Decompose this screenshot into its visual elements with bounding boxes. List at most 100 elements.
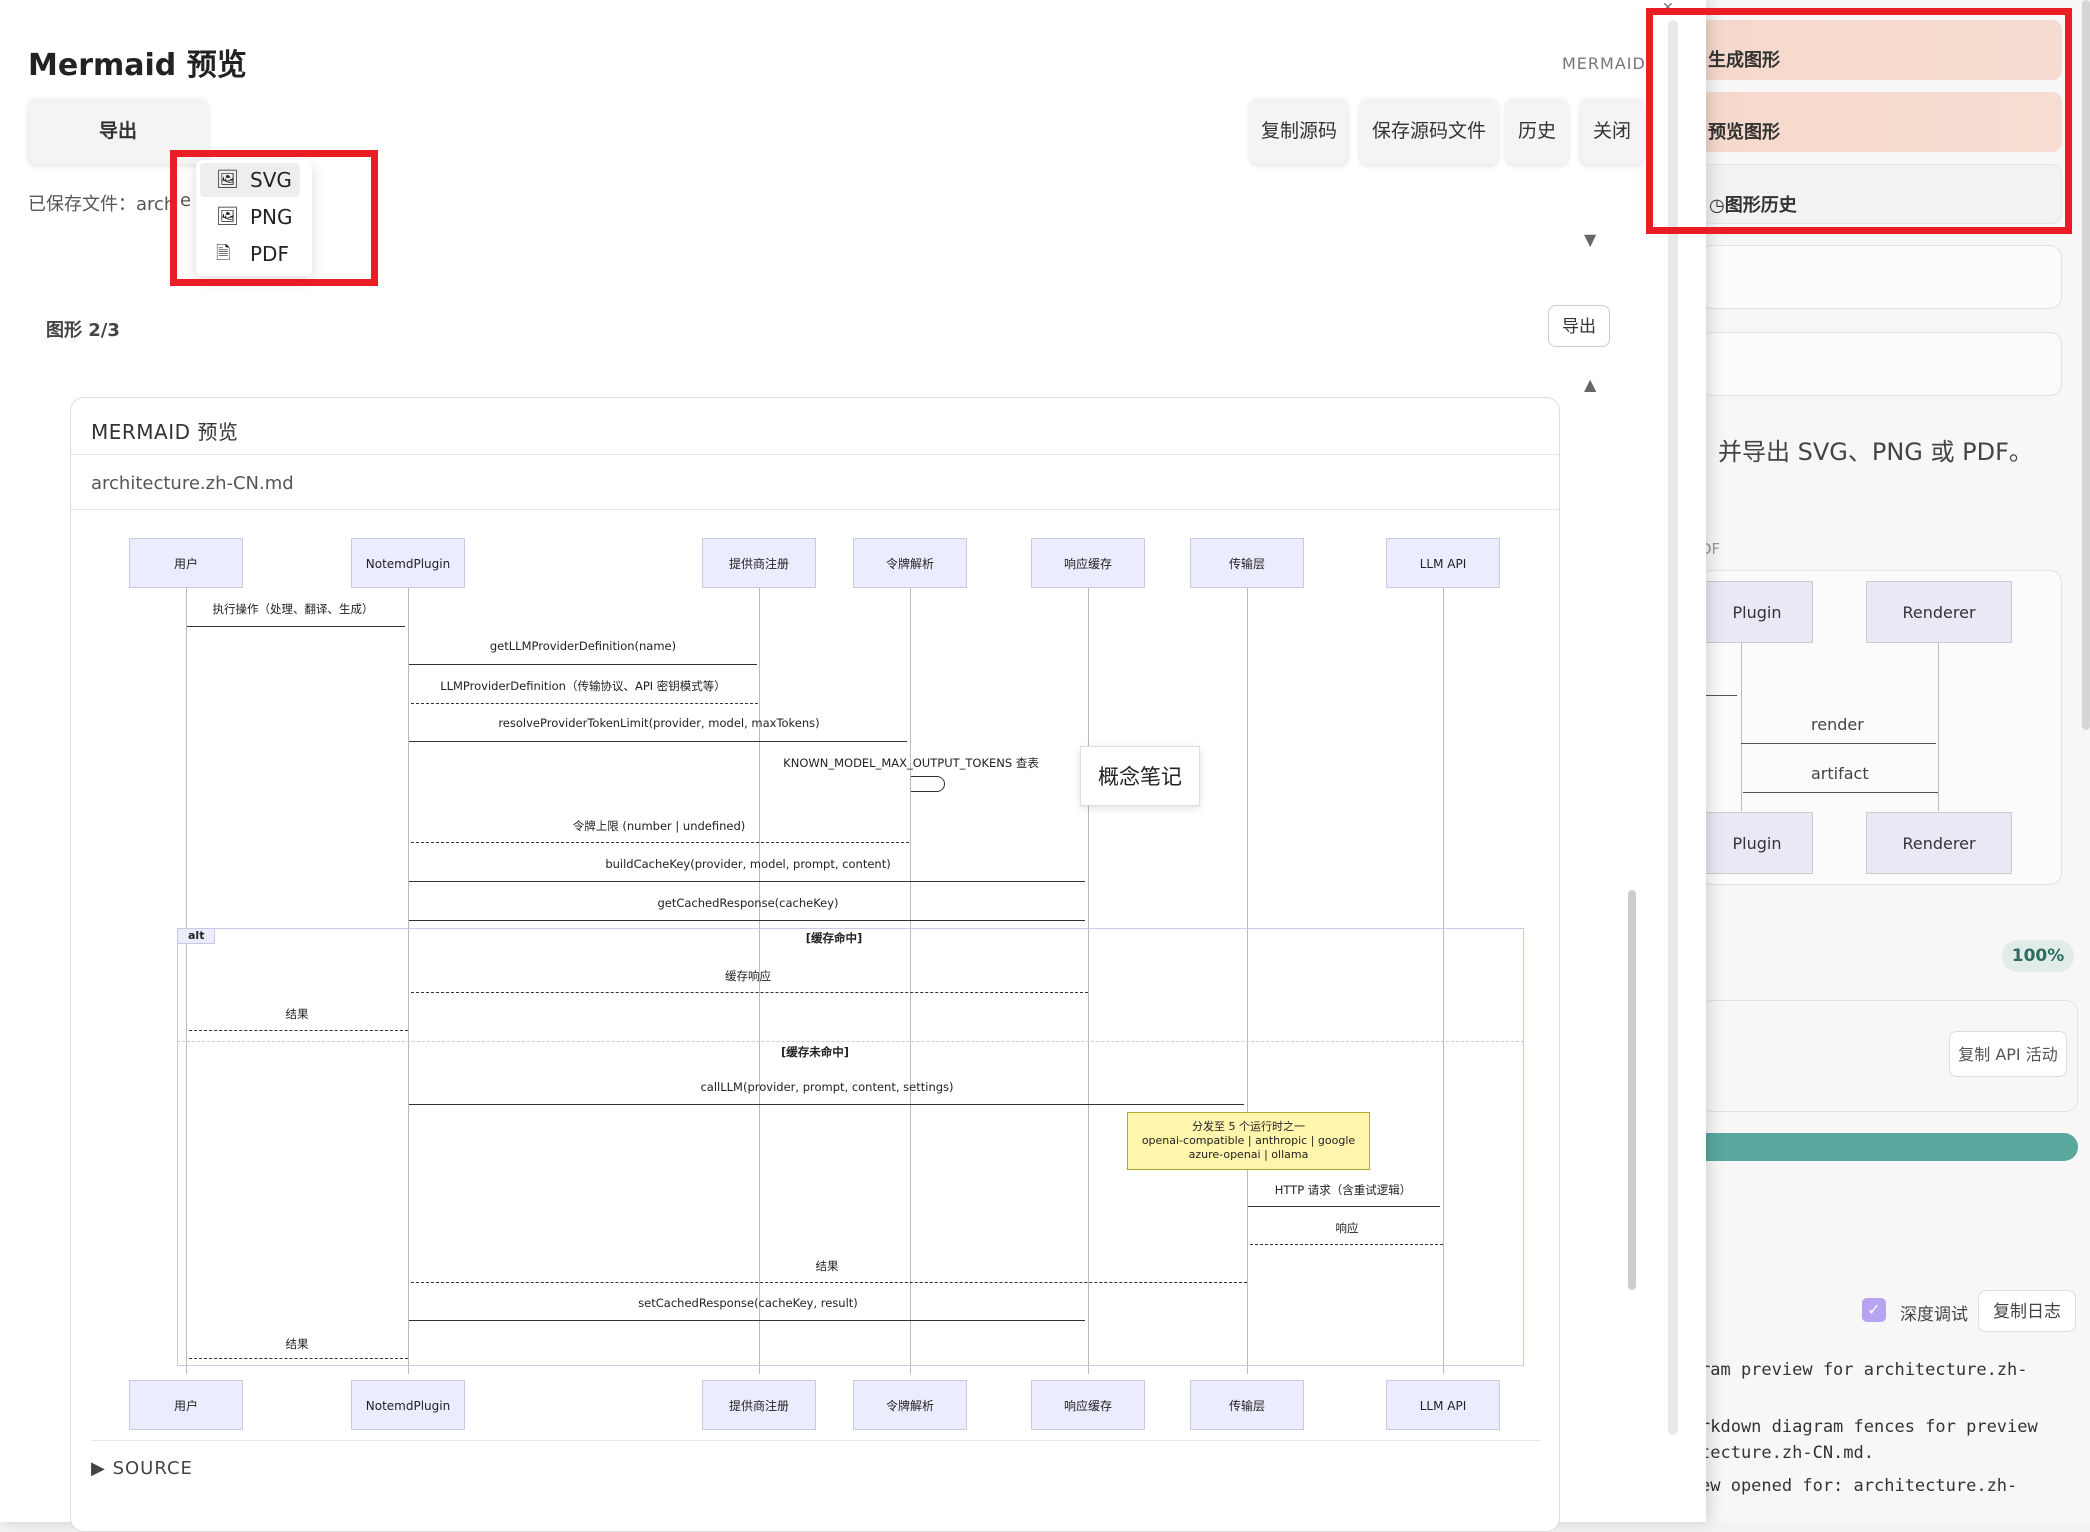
figure-export-button[interactable]: 导出 bbox=[1548, 305, 1610, 347]
close-button[interactable]: 关闭 bbox=[1580, 98, 1644, 164]
copy-log-button[interactable]: 复制日志 bbox=[1978, 1290, 2076, 1332]
note-line-1: 分发至 5 个运行时之一 bbox=[1192, 1120, 1305, 1133]
note-line-2: openai-compatible | anthropic | google bbox=[1141, 1134, 1356, 1147]
mini-actor-plugin-top: Plugin bbox=[1701, 581, 1813, 643]
preview-card: MERMAID 预览 architecture.zh-CN.md 用户 Note… bbox=[70, 397, 1560, 1532]
divider bbox=[71, 509, 1559, 510]
save-source-button[interactable]: 保存源码文件 bbox=[1360, 98, 1498, 164]
arrow-8 bbox=[409, 920, 1085, 921]
mini-actor-plugin-bottom: Plugin bbox=[1701, 812, 1813, 874]
log-line-4: ew opened for: architecture.zh- bbox=[1700, 1476, 2018, 1496]
log-line-2: rkdown diagram fences for preview bbox=[1700, 1417, 2038, 1437]
msg-7: buildCacheKey(provider, model, prompt, c… bbox=[605, 857, 891, 871]
mini-arrow-render bbox=[1741, 743, 1936, 744]
mini-lifeline-a bbox=[1741, 643, 1742, 811]
divider bbox=[91, 1440, 1541, 1441]
right-panel-scrollbar[interactable] bbox=[2082, 0, 2090, 730]
history-button[interactable]: 历史 bbox=[1506, 98, 1568, 164]
log-line-1: ram preview for architecture.zh- bbox=[1700, 1360, 2028, 1380]
concept-note-tooltip[interactable]: 概念笔记 bbox=[1080, 746, 1200, 806]
msg-13: 响应 bbox=[1335, 1221, 1359, 1235]
actor-cache-bottom: 响应缓存 bbox=[1031, 1380, 1145, 1430]
msg-10: 结果 bbox=[285, 1007, 309, 1021]
arrow-1 bbox=[187, 626, 405, 627]
preview-header: MERMAID 预览 bbox=[91, 420, 239, 444]
mini-arrow-artifact bbox=[1743, 792, 1938, 793]
debug-label: 深度调试 bbox=[1900, 1305, 1968, 1325]
alt-divider bbox=[177, 1041, 1524, 1042]
alt-label: alt bbox=[177, 928, 215, 944]
actor-cache-top: 响应缓存 bbox=[1031, 538, 1145, 588]
source-toggle[interactable]: ▶ SOURCE bbox=[91, 1458, 193, 1479]
actor-registry-top: 提供商注册 bbox=[702, 538, 816, 588]
actor-llm-bottom: LLM API bbox=[1386, 1380, 1500, 1430]
actor-transport-top: 传输层 bbox=[1190, 538, 1304, 588]
msg-15: setCachedResponse(cacheKey, result) bbox=[638, 1296, 858, 1310]
actor-plugin-bottom: NotemdPlugin bbox=[351, 1380, 465, 1430]
arrow-11 bbox=[409, 1104, 1244, 1105]
msg-8: getCachedResponse(cacheKey) bbox=[657, 896, 839, 910]
mini-diagram: Plugin Renderer render artifact Plugin R… bbox=[1700, 570, 2062, 885]
arrow-10 bbox=[189, 1030, 408, 1031]
actor-plugin-top: NotemdPlugin bbox=[351, 538, 465, 588]
msg-2: getLLMProviderDefinition(name) bbox=[489, 639, 677, 653]
alt-hit-label: [缓存命中] bbox=[805, 931, 863, 945]
mini-actor-renderer-top: Renderer bbox=[1866, 581, 2012, 643]
highlight-right-panel-buttons bbox=[1646, 8, 2072, 234]
msg-11: callLLM(provider, prompt, content, setti… bbox=[700, 1080, 954, 1094]
collapse-down-icon[interactable]: ▼ bbox=[1584, 230, 1596, 249]
mermaid-tag: MERMAID bbox=[1562, 54, 1646, 73]
mini-arrow-in bbox=[1701, 695, 1737, 696]
highlight-export-menu bbox=[170, 150, 378, 286]
arrow-6 bbox=[411, 842, 909, 843]
actor-token-bottom: 令牌解析 bbox=[853, 1380, 967, 1430]
preview-filename: architecture.zh-CN.md bbox=[91, 473, 294, 494]
note-line-3: azure-openai | ollama bbox=[1188, 1148, 1309, 1161]
arrow-14 bbox=[411, 1282, 1247, 1283]
arrow-16 bbox=[189, 1358, 408, 1359]
arrow-13 bbox=[1250, 1244, 1443, 1245]
msg-9: 缓存响应 bbox=[725, 969, 771, 983]
progress-bar-fill bbox=[1700, 1133, 2078, 1161]
modal-scrollbar-thumb[interactable] bbox=[1628, 890, 1636, 1290]
msg-16: 结果 bbox=[285, 1337, 309, 1351]
msg-3: LLMProviderDefinition（传输协议、API 密钥模式等） bbox=[440, 679, 726, 693]
msg-5: KNOWN_MODEL_MAX_OUTPUT_TOKENS 查表 bbox=[783, 756, 1039, 770]
note-box: 分发至 5 个运行时之一 openai-compatible | anthrop… bbox=[1127, 1112, 1370, 1170]
progress-percent-badge: 100% bbox=[2002, 940, 2074, 972]
arrow-4 bbox=[409, 741, 907, 742]
modal-title: Mermaid 预览 bbox=[28, 48, 247, 83]
msg-4: resolveProviderTokenLimit(provider, mode… bbox=[498, 716, 820, 730]
figure-label: 图形 2/3 bbox=[46, 320, 120, 341]
debug-checkbox[interactable]: ✓ bbox=[1862, 1298, 1886, 1322]
actor-user-bottom: 用户 bbox=[129, 1380, 243, 1430]
mini-lifeline-b bbox=[1938, 643, 1939, 811]
msg-6: 令牌上限 (number | undefined) bbox=[572, 819, 746, 833]
saved-file-text: 已保存文件：arch bbox=[28, 194, 176, 215]
copy-source-button[interactable]: 复制源码 bbox=[1250, 98, 1348, 164]
actor-user-top: 用户 bbox=[129, 538, 243, 588]
actor-transport-bottom: 传输层 bbox=[1190, 1380, 1304, 1430]
expand-up-icon[interactable]: ▲ bbox=[1584, 375, 1596, 394]
mini-actor-renderer-bottom: Renderer bbox=[1866, 812, 2012, 874]
arrow-12 bbox=[1248, 1206, 1440, 1207]
log-line-3: tecture.zh-CN.md. bbox=[1700, 1443, 1874, 1463]
msg-1: 执行操作（处理、翻译、生成） bbox=[212, 602, 374, 616]
input-box-2[interactable] bbox=[1700, 332, 2062, 396]
alt-miss-label: [缓存未命中] bbox=[780, 1045, 850, 1059]
divider bbox=[71, 454, 1559, 455]
description-text: 并导出 SVG、PNG 或 PDF。 bbox=[1718, 438, 2033, 466]
mini-msg-render: render bbox=[1811, 715, 1864, 734]
api-activity-box: 复制 API 活动 bbox=[1700, 1000, 2078, 1112]
copy-api-activity-button[interactable]: 复制 API 活动 bbox=[1949, 1031, 2067, 1077]
arrow-3 bbox=[411, 703, 758, 704]
self-loop-arrow bbox=[911, 776, 945, 792]
arrow-15 bbox=[409, 1320, 1085, 1321]
actor-registry-bottom: 提供商注册 bbox=[702, 1380, 816, 1430]
actor-token-top: 令牌解析 bbox=[853, 538, 967, 588]
input-box-1[interactable] bbox=[1700, 245, 2062, 309]
msg-12: HTTP 请求（含重试逻辑） bbox=[1274, 1183, 1412, 1197]
arrow-2 bbox=[409, 664, 757, 665]
mini-msg-artifact: artifact bbox=[1811, 764, 1869, 783]
arrow-7 bbox=[409, 881, 1085, 882]
